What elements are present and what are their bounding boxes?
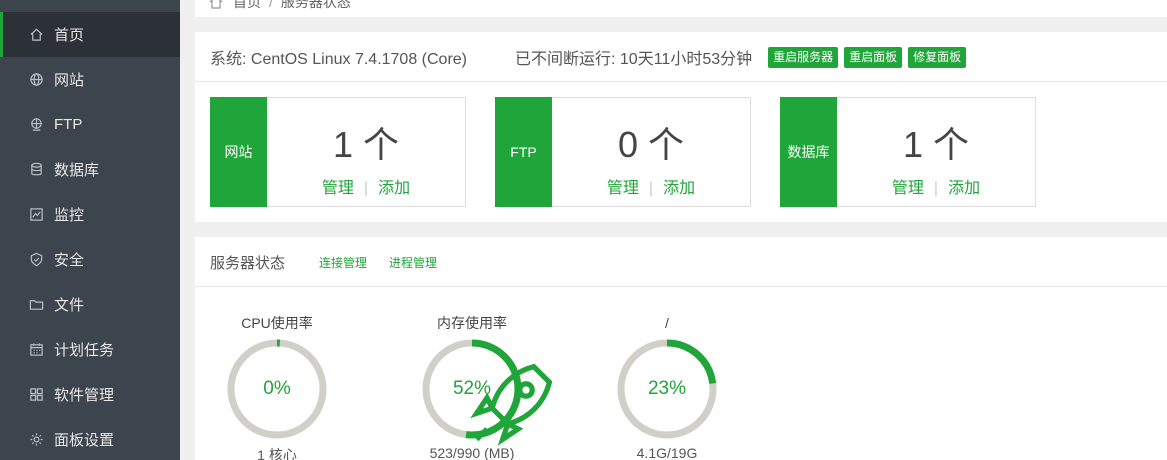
- status-header: 服务器状态 连接管理 进程管理: [210, 237, 437, 287]
- sidebar-item-label: 软件管理: [54, 387, 115, 404]
- sidebar-item-files[interactable]: 文件: [0, 282, 180, 327]
- sidebar-item-monitor[interactable]: 监控: [0, 192, 180, 237]
- link-separator: |: [363, 180, 369, 197]
- sidebar-item-label: 数据库: [54, 162, 100, 179]
- stat-links: 管理 | 添加: [837, 174, 1035, 198]
- breadcrumb-home[interactable]: 首页: [233, 0, 261, 12]
- sidebar-item-label: 网站: [54, 72, 85, 89]
- uptime-info: 已不间断运行: 10天11小时53分钟: [515, 51, 753, 68]
- sidebar-item-database[interactable]: 数据库: [0, 147, 180, 192]
- link-separator: |: [648, 180, 654, 197]
- sidebar-item-security[interactable]: 安全: [0, 237, 180, 282]
- sidebar-item-settings[interactable]: 面板设置: [0, 417, 180, 460]
- manage-website-link[interactable]: 管理: [322, 180, 354, 197]
- stat-count: 1 个: [902, 124, 970, 165]
- sidebar-item-label: 文件: [54, 297, 85, 314]
- sidebar-item-label: FTP: [54, 116, 83, 133]
- stat-links: 管理 | 添加: [552, 174, 750, 198]
- system-info: 系统: CentOS Linux 7.4.1708 (Core) 已不间断运行:…: [210, 32, 967, 82]
- stat-count: 1 个: [332, 124, 400, 165]
- connection-manage-link[interactable]: 连接管理: [319, 254, 367, 271]
- calendar-icon: [28, 342, 44, 358]
- sidebar-item-label: 计划任务: [54, 342, 115, 359]
- gauge-percent: 52%: [452, 378, 492, 399]
- status-title: 服务器状态: [210, 254, 286, 272]
- stat-tag: 网站: [210, 97, 267, 207]
- gauge-subtext: 1 核心: [257, 447, 297, 460]
- ftp-stat-card: FTP 0 个 管理 | 添加: [495, 97, 751, 207]
- gauge-percent: 0%: [263, 378, 291, 399]
- gauge-ring[interactable]: 23%: [615, 337, 719, 441]
- restart-panel-button[interactable]: 重启面板: [844, 46, 903, 68]
- database-stat-card: 数据库 1 个 管理 | 添加: [780, 97, 1036, 207]
- disk-gauge: / 23% 4.1G/19G: [587, 313, 747, 460]
- gauge-title: /: [665, 315, 669, 331]
- database-icon: [28, 162, 44, 178]
- sidebar-item-home[interactable]: 首页: [0, 12, 180, 57]
- home-icon: [28, 27, 44, 43]
- memory-gauge: 内存使用率 52% 523/990 (MB): [392, 313, 553, 460]
- sidebar-item-cron[interactable]: 计划任务: [0, 327, 180, 372]
- sidebar-item-label: 面板设置: [54, 432, 115, 449]
- folder-icon: [28, 297, 44, 313]
- breadcrumb-separator: /: [269, 0, 273, 10]
- gear-icon: [28, 432, 44, 448]
- sidebar-item-label: 首页: [54, 27, 85, 44]
- process-manage-link[interactable]: 进程管理: [389, 254, 437, 271]
- sidebar-item-software[interactable]: 软件管理: [0, 372, 180, 417]
- shield-icon: [28, 252, 44, 268]
- repair-panel-button[interactable]: 修复面板: [908, 46, 967, 68]
- sidebar-item-ftp[interactable]: FTP: [0, 102, 180, 147]
- add-website-link[interactable]: 添加: [378, 180, 410, 197]
- os-info: 系统: CentOS Linux 7.4.1708 (Core): [210, 51, 468, 68]
- monitor-icon: [28, 207, 44, 223]
- manage-ftp-link[interactable]: 管理: [607, 180, 639, 197]
- sidebar-item-website[interactable]: 网站: [0, 57, 180, 102]
- gauge-title: CPU使用率: [241, 315, 313, 331]
- add-database-link[interactable]: 添加: [948, 180, 980, 197]
- add-ftp-link[interactable]: 添加: [663, 180, 695, 197]
- sidebar: 首页 网站 FTP 数据库 监控 安全 文件 计划任务 软件管理 面板设置: [0, 0, 180, 460]
- ftp-icon: [28, 117, 44, 133]
- divider: [195, 286, 1167, 287]
- overview-panel: 系统: CentOS Linux 7.4.1708 (Core) 已不间断运行:…: [195, 32, 1167, 222]
- stat-tag: 数据库: [780, 97, 837, 207]
- gauge-subtext: 4.1G/19G: [636, 445, 698, 460]
- stat-tag: FTP: [495, 97, 552, 207]
- website-stat-card: 网站 1 个 管理 | 添加: [210, 97, 466, 207]
- gauge-ring[interactable]: 0%: [225, 337, 329, 441]
- restart-server-button[interactable]: 重启服务器: [768, 46, 839, 68]
- divider: [195, 81, 1167, 82]
- gauge-title: 内存使用率: [437, 315, 507, 331]
- breadcrumb-home-icon: [209, 0, 223, 9]
- grid-icon: [28, 387, 44, 403]
- cpu-gauge: CPU使用率 0% 1 核心: [197, 313, 357, 460]
- server-status-panel: 服务器状态 连接管理 进程管理 CPU使用率 0% 1 核心 内存使用率 52%…: [195, 237, 1167, 460]
- gauge-percent: 23%: [647, 378, 687, 399]
- gauge-ring[interactable]: 52%: [420, 337, 553, 446]
- breadcrumb: 首页 / 服务器状态: [209, 0, 351, 12]
- sidebar-item-label: 安全: [54, 252, 85, 269]
- link-separator: |: [933, 180, 939, 197]
- manage-database-link[interactable]: 管理: [892, 180, 924, 197]
- stat-count: 0 个: [617, 124, 685, 165]
- breadcrumb-bar: 首页 / 服务器状态: [195, 0, 1167, 17]
- breadcrumb-current: 服务器状态: [280, 0, 351, 10]
- stat-links: 管理 | 添加: [267, 174, 465, 198]
- globe-icon: [28, 72, 44, 88]
- sidebar-item-label: 监控: [54, 207, 85, 224]
